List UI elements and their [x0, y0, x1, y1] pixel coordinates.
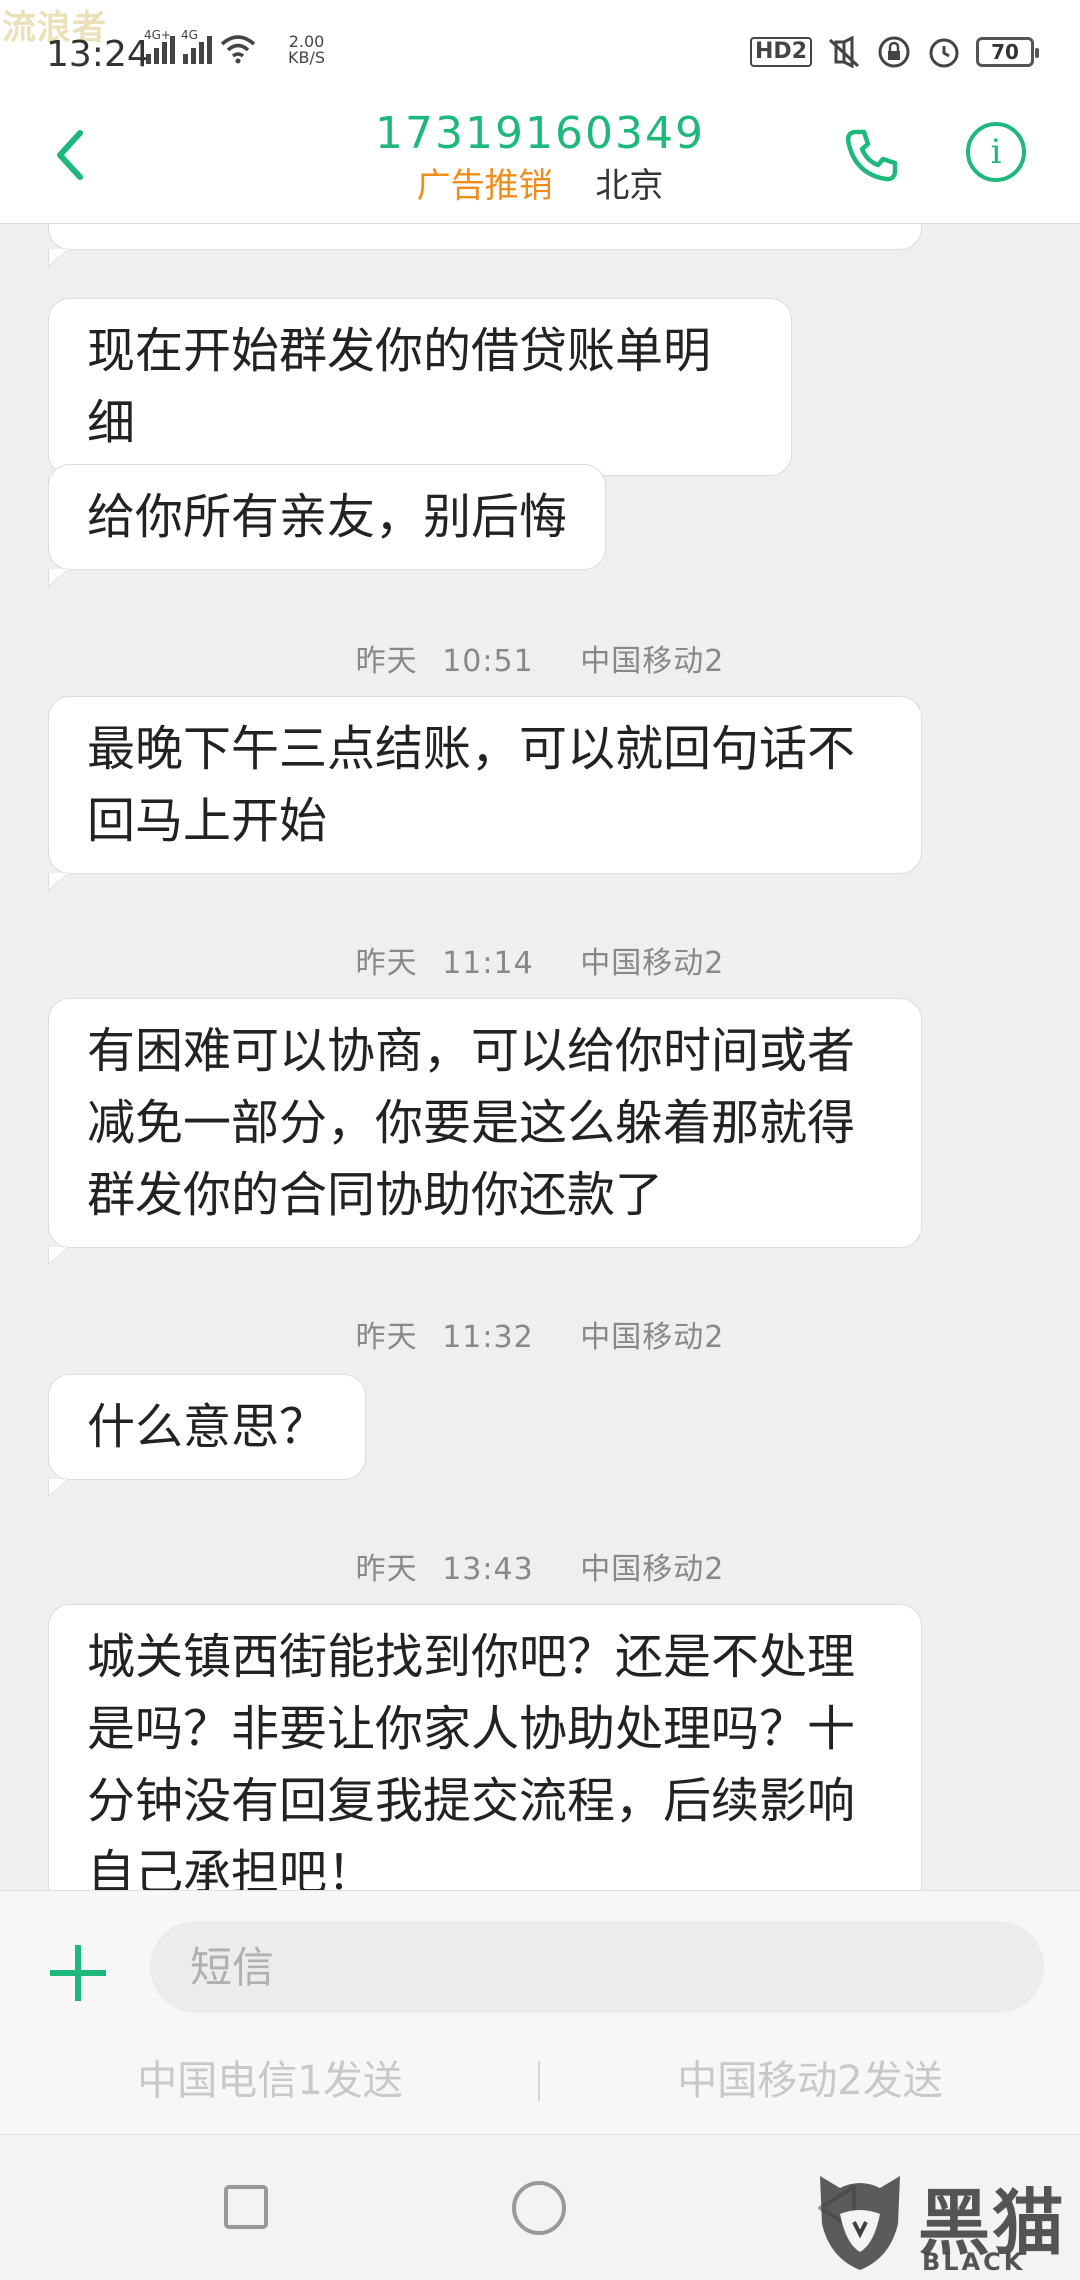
- timestamp-date: 昨天: [355, 1320, 418, 1355]
- contact-subtitle: 广告推销 北京: [0, 158, 1080, 207]
- message-text: 城关镇西街能找到你吧？还是不处理是吗？非要让你家人协助处理吗？十分钟没有回复我提…: [87, 1629, 856, 1890]
- message-bubble[interactable]: 现在开始群发你的借贷账单明细: [48, 298, 792, 493]
- compose-area: 中国电信1发送 中国移动2发送: [0, 1890, 1080, 2134]
- net-speed: 2.00 KB/S: [288, 34, 325, 66]
- message-bubble[interactable]: 城关镇西街能找到你吧？还是不处理是吗？非要让你家人协助处理吗？十分钟没有回复我提…: [48, 1604, 922, 1890]
- info-icon[interactable]: i: [966, 122, 1026, 182]
- brand-name-en: BLACK CAT: [922, 2248, 1026, 2280]
- timestamp-time: 11:14: [442, 946, 534, 981]
- sms-input[interactable]: [150, 1921, 1044, 2013]
- net-speed-unit: KB/S: [288, 48, 326, 67]
- message-text: 有困难可以协商，可以给你时间或者减免一部分，你要是这么躲着那就得群发你的合同协助…: [87, 1023, 856, 1223]
- timestamp-carrier: 中国移动2: [580, 1552, 725, 1587]
- timestamp-carrier: 中国移动2: [580, 946, 725, 981]
- recent-apps-button[interactable]: [224, 2185, 268, 2229]
- message-text: 给你所有亲友，别后悔: [87, 489, 568, 545]
- signal-icon-sim1: 4G+: [144, 28, 175, 64]
- hd-icon: HD2: [750, 37, 812, 67]
- alarm-icon: [929, 38, 959, 68]
- timestamp-time: 11:32: [442, 1320, 534, 1355]
- message-bubble[interactable]: 有困难可以协商，可以给你时间或者减免一部分，你要是这么躲着那就得群发你的合同协助…: [48, 998, 922, 1265]
- send-sim1-button[interactable]: 中国电信1发送: [70, 2041, 470, 2121]
- home-button[interactable]: [512, 2181, 566, 2235]
- timestamp-carrier: 中国移动2: [580, 644, 725, 679]
- message-timestamp: 昨天 11:32 中国移动2: [0, 1312, 1080, 1356]
- wifi-icon: [220, 35, 256, 64]
- message-text: 什么意思？: [87, 1399, 328, 1455]
- timestamp-time: 10:51: [442, 644, 534, 679]
- status-bar: 流浪者 13:24 4G+ 4G 2.00 KB/S HD2 70: [0, 0, 1080, 100]
- message-timestamp: 昨天 11:14 中国移动2: [0, 938, 1080, 982]
- message-list[interactable]: 现在开始群发你的借贷账单明细 给你所有亲友，别后悔 昨天 10:51 中国移动2…: [0, 224, 1080, 1890]
- phone-icon: [845, 129, 898, 182]
- contact-location: 北京: [595, 166, 664, 206]
- signal-label-sim2: 4G: [181, 28, 198, 42]
- signal-label-sim1: 4G+: [144, 28, 171, 42]
- message-text: 最晚下午三点结账，可以就回句话不回马上开始: [87, 721, 856, 849]
- message-timestamp: 昨天 13:43 中国移动2: [0, 1544, 1080, 1588]
- signal-icon-sim2: 4G: [181, 28, 212, 64]
- spam-tag: 广告推销: [416, 166, 553, 206]
- send-divider: [538, 2061, 540, 2101]
- mute-icon: [828, 36, 860, 68]
- conversation-header: 17319160349 广告推销 北京 i: [0, 100, 1080, 224]
- send-options: 中国电信1发送 中国移动2发送: [0, 2041, 1080, 2121]
- status-right: HD2 70: [750, 36, 1039, 68]
- timestamp-date: 昨天: [355, 1552, 418, 1587]
- timestamp-date: 昨天: [355, 946, 418, 981]
- send-sim2-button[interactable]: 中国移动2发送: [610, 2041, 1010, 2121]
- timestamp-date: 昨天: [355, 644, 418, 679]
- timestamp-carrier: 中国移动2: [580, 1320, 725, 1355]
- call-button[interactable]: [836, 120, 906, 190]
- message-bubble[interactable]: 给你所有亲友，别后悔: [48, 464, 607, 587]
- contact-number: 17319160349: [375, 108, 705, 159]
- battery-icon: 70: [976, 37, 1039, 67]
- message-timestamp: 昨天 10:51 中国移动2: [0, 636, 1080, 680]
- message-bubble-partial[interactable]: [48, 224, 922, 267]
- message-text: 现在开始群发你的借贷账单明细: [87, 323, 712, 451]
- plus-icon[interactable]: [46, 1941, 110, 2005]
- lock-icon: [878, 36, 910, 68]
- message-bubble[interactable]: 最晚下午三点结账，可以就回句话不回马上开始: [48, 696, 922, 891]
- signal-group: 4G+ 4G: [144, 28, 256, 64]
- message-bubble[interactable]: 什么意思？: [48, 1374, 367, 1497]
- cat-shield-icon: [820, 2176, 900, 2270]
- status-time: 13:24: [46, 34, 150, 75]
- brand-logo: 黑猫 BLACK CAT: [800, 2164, 1080, 2280]
- timestamp-time: 13:43: [442, 1552, 534, 1587]
